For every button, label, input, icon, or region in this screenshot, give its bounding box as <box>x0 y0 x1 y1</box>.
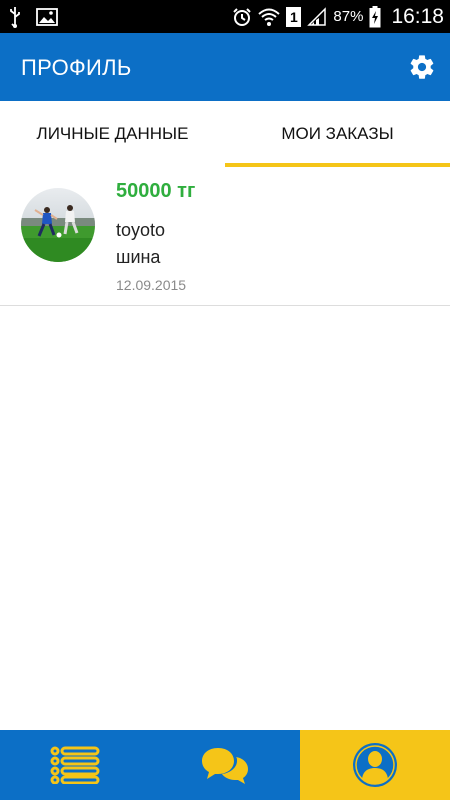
order-brand: toyoto <box>116 220 166 240</box>
tab-my-orders-label: МОИ ЗАКАЗЫ <box>281 124 394 143</box>
status-left-icons <box>8 5 58 29</box>
nav-chat-button[interactable] <box>150 730 300 800</box>
status-bar: 1 87% 16:18 <box>0 0 450 33</box>
tab-my-orders[interactable]: МОИ ЗАКАЗЫ <box>225 101 450 167</box>
bottom-navigation <box>0 730 450 800</box>
list-divider <box>0 305 450 306</box>
order-list-item[interactable]: 50000 тг toyoto шина 12.09.2015 <box>0 167 450 306</box>
sim-slot-label: 1 <box>290 8 298 25</box>
gear-icon <box>410 55 434 79</box>
app-bar: ПРОФИЛЬ <box>0 33 450 101</box>
image-icon <box>36 8 58 26</box>
tab-bar: ЛИЧНЫЕ ДАННЫЕ МОИ ЗАКАЗЫ <box>0 101 450 167</box>
order-price: 50000 тг <box>116 180 196 202</box>
wifi-icon <box>258 8 281 26</box>
page-title: ПРОФИЛЬ <box>21 55 132 80</box>
nav-profile-button[interactable] <box>300 730 450 800</box>
clock: 16:18 <box>391 4 444 28</box>
battery-charging-icon <box>369 5 381 27</box>
tab-personal-data[interactable]: ЛИЧНЫЕ ДАННЫЕ <box>0 101 225 167</box>
list-icon <box>50 746 100 784</box>
signal-icon <box>307 6 327 26</box>
order-part: шина <box>116 247 161 267</box>
settings-button[interactable] <box>408 53 436 81</box>
sim-icon: 1 <box>286 6 302 27</box>
chat-icon <box>202 748 248 784</box>
alarm-icon <box>233 7 252 26</box>
status-right-icons: 1 87% 16:18 <box>232 0 444 33</box>
nav-list-button[interactable] <box>0 730 150 800</box>
battery-percent: 87% <box>333 8 364 25</box>
usb-icon <box>10 7 20 28</box>
football-photo <box>21 188 95 262</box>
profile-icon <box>353 743 397 787</box>
tab-personal-data-label: ЛИЧНЫЕ ДАННЫЕ <box>36 124 189 143</box>
order-date: 12.09.2015 <box>116 277 187 293</box>
order-thumbnail <box>21 188 95 262</box>
